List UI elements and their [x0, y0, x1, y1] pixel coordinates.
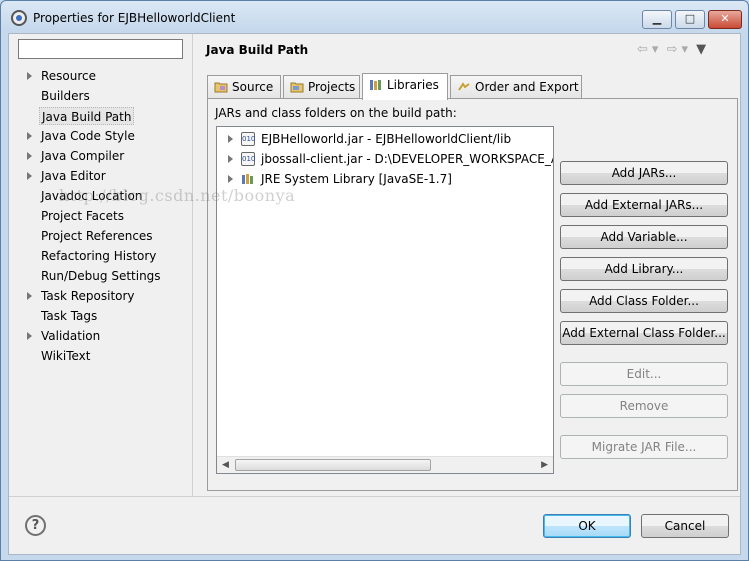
nav-item-run-debug-settings[interactable]: Run/Debug Settings: [39, 267, 163, 285]
remove-button[interactable]: Remove: [560, 394, 728, 418]
nav-item-project-references[interactable]: Project References: [39, 227, 155, 245]
source-folder-icon: [214, 82, 228, 93]
dialog-client: Resource Builders Java Build Path Java Code…: [8, 33, 741, 555]
expand-arrow-icon[interactable]: [228, 175, 233, 183]
nav-item-task-tags[interactable]: Task Tags: [39, 307, 99, 325]
add-jars-button[interactable]: Add JARs...: [560, 161, 728, 185]
watermark: http://blog.csdn.net/boonya: [59, 186, 296, 205]
expand-arrow-icon[interactable]: [27, 172, 32, 180]
window-title: Properties for EJBHelloworldClient: [33, 11, 236, 25]
cancel-button[interactable]: Cancel: [641, 514, 729, 538]
app-icon: [11, 10, 27, 26]
forward-arrow-icon[interactable]: ⇨: [667, 42, 678, 57]
jar-icon: 010: [241, 132, 255, 146]
add-variable-button[interactable]: Add Variable...: [560, 225, 728, 249]
tree-row-jbossall-client-jar[interactable]: 010 jbossall-client.jar - D:\DEVELOPER_W…: [217, 150, 553, 168]
libraries-tab-panel: JARs and class folders on the build path…: [207, 98, 738, 491]
expand-arrow-icon[interactable]: [27, 72, 32, 80]
page-title: Java Build Path: [206, 43, 309, 57]
expand-arrow-icon[interactable]: [27, 332, 32, 340]
tab-label: Source: [232, 80, 274, 94]
property-page-list: Resource Builders Java Build Path Java Code…: [9, 64, 192, 494]
nav-item-resource[interactable]: Resource: [39, 67, 98, 85]
order-export-icon: [458, 82, 470, 91]
tree-row-ejbhelloworld-jar[interactable]: 010 EJBHelloworld.jar - EJBHelloworldCli…: [217, 130, 553, 148]
forward-menu-chevron-icon[interactable]: ▾: [681, 42, 688, 57]
minimize-button[interactable]: ▁: [642, 10, 672, 29]
build-path-tree[interactable]: 010 EJBHelloworld.jar - EJBHelloworldCli…: [216, 126, 554, 474]
properties-window: Properties for EJBHelloworldClient ▁ □ ✕…: [0, 0, 749, 561]
tree-row-label: jbossall-client.jar - D:\DEVELOPER_WORKS…: [261, 152, 553, 166]
back-menu-chevron-icon[interactable]: ▾: [652, 42, 659, 57]
edit-button[interactable]: Edit...: [560, 362, 728, 386]
tab-source[interactable]: Source: [207, 75, 281, 99]
expand-arrow-icon[interactable]: [27, 132, 32, 140]
tree-row-label: EJBHelloworld.jar - EJBHelloworldClient/…: [261, 132, 512, 146]
filter-input[interactable]: [18, 39, 183, 59]
nav-item-java-build-path[interactable]: Java Build Path: [39, 107, 135, 125]
history-navigation: ⇦ ▾ ⇨ ▾ ▼: [637, 42, 710, 57]
tab-label: Projects: [308, 80, 356, 94]
nav-item-wikitext[interactable]: WikiText: [39, 347, 93, 365]
nav-item-builders[interactable]: Builders: [39, 87, 92, 105]
expand-arrow-icon[interactable]: [27, 152, 32, 160]
nav-item-java-code-style[interactable]: Java Code Style: [39, 127, 137, 145]
library-icon: [242, 174, 253, 184]
tab-order-and-export[interactable]: Order and Export: [450, 75, 582, 99]
tab-strip: Source Projects Libraries Order and Expo…: [207, 73, 737, 100]
splitter[interactable]: [192, 34, 193, 496]
view-menu-icon[interactable]: ▼: [696, 42, 706, 57]
jar-icon: 010: [241, 152, 255, 166]
nav-item-task-repository[interactable]: Task Repository: [39, 287, 137, 305]
libraries-icon: [370, 80, 381, 90]
add-external-jars-button[interactable]: Add External JARs...: [560, 193, 728, 217]
close-button[interactable]: ✕: [708, 10, 742, 29]
nav-item-refactoring-history[interactable]: Refactoring History: [39, 247, 158, 265]
maximize-button[interactable]: □: [675, 10, 705, 29]
tab-libraries[interactable]: Libraries: [362, 73, 448, 100]
scrollbar-thumb[interactable]: [235, 459, 431, 471]
add-class-folder-button[interactable]: Add Class Folder...: [560, 289, 728, 313]
title-bar[interactable]: Properties for EJBHelloworldClient ▁ □ ✕: [1, 1, 748, 35]
nav-item-project-facets[interactable]: Project Facets: [39, 207, 126, 225]
horizontal-scrollbar[interactable]: ◀ ▶: [217, 456, 553, 473]
migrate-jar-file-button[interactable]: Migrate JAR File...: [560, 435, 728, 459]
tab-label: Libraries: [387, 78, 439, 92]
add-library-button[interactable]: Add Library...: [560, 257, 728, 281]
tab-projects[interactable]: Projects: [283, 75, 360, 99]
add-external-class-folder-button[interactable]: Add External Class Folder...: [560, 321, 728, 345]
expand-arrow-icon[interactable]: [228, 135, 233, 143]
nav-item-java-compiler[interactable]: Java Compiler: [39, 147, 126, 165]
footer-divider: [9, 496, 740, 497]
nav-item-validation[interactable]: Validation: [39, 327, 102, 345]
nav-item-java-editor[interactable]: Java Editor: [39, 167, 108, 185]
projects-icon: [290, 82, 304, 93]
scroll-left-icon[interactable]: ◀: [222, 460, 229, 470]
tab-label: Order and Export: [475, 80, 579, 94]
expand-arrow-icon[interactable]: [228, 155, 233, 163]
libraries-subtitle: JARs and class folders on the build path…: [215, 106, 457, 120]
ok-button[interactable]: OK: [543, 514, 631, 538]
scroll-right-icon[interactable]: ▶: [541, 460, 548, 470]
expand-arrow-icon[interactable]: [27, 292, 32, 300]
help-icon[interactable]: ?: [25, 515, 46, 536]
back-arrow-icon[interactable]: ⇦: [637, 42, 648, 57]
